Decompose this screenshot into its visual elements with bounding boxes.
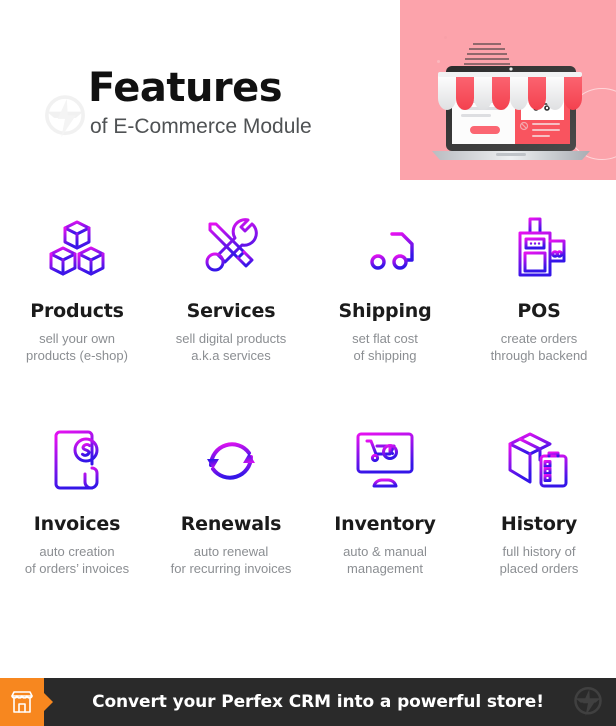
feature-title: History <box>500 513 578 536</box>
laptop-storefront-illustration <box>432 43 590 160</box>
feature-desc-line: for recurring invoices <box>170 561 292 577</box>
feature-card-history: History full history of placed orders <box>462 423 616 577</box>
feature-card-pos: POS create orders through backend <box>462 210 616 364</box>
feature-desc-line: of orders’ invoices <box>24 561 130 577</box>
invoice-dollar-icon <box>4 423 150 499</box>
feature-description: auto & manual management <box>312 543 458 577</box>
feature-card-products: Products sell your own products (e-shop) <box>0 210 154 364</box>
perfex-bolt-logo-icon <box>574 687 602 716</box>
feature-desc-line: sell your own <box>39 330 115 346</box>
monitor-cart-icon <box>312 423 458 499</box>
page-subtitle: of E-Commerce Module <box>90 115 312 138</box>
feature-desc-line: auto creation <box>39 544 115 560</box>
feature-desc-line: auto & manual <box>343 544 427 560</box>
perfex-bolt-logo-icon <box>45 95 85 137</box>
feature-desc-line: a.k.a services <box>191 348 271 364</box>
page-title: Features <box>88 65 283 111</box>
feature-desc-line: set flat cost <box>352 330 418 346</box>
feature-card-inventory: Inventory auto & manual management <box>308 423 462 577</box>
feature-desc-line: placed orders <box>499 561 579 577</box>
boxes-icon <box>4 210 150 286</box>
feature-description: sell your own products (e-shop) <box>4 330 150 364</box>
footer-badge <box>0 678 44 726</box>
box-clipboard-icon <box>466 423 612 499</box>
feature-card-invoices: Invoices auto creation of orders’ invoic… <box>0 423 154 577</box>
feature-card-services: Services sell digital products a.k.a ser… <box>154 210 308 364</box>
feature-desc-line: full history of <box>502 544 576 560</box>
features-row-1: Products sell your own products (e-shop) <box>0 210 616 364</box>
delivery-truck-icon <box>312 210 458 286</box>
features-grid: Products sell your own products (e-shop) <box>0 210 616 577</box>
feature-title: Services <box>186 300 276 322</box>
feature-description: auto creation of orders’ invoices <box>4 543 150 577</box>
feature-desc-line: through backend <box>490 348 588 364</box>
feature-desc-line: of shipping <box>353 348 417 364</box>
feature-description: full history of placed orders <box>466 543 612 577</box>
header-title-block: Features of E-Commerce Module <box>88 68 312 137</box>
feature-title: Invoices <box>33 513 121 536</box>
feature-description: auto renewal for recurring invoices <box>158 543 304 577</box>
feature-title: Products <box>30 300 124 322</box>
feature-desc-line: auto renewal <box>193 544 269 560</box>
feature-title: Renewals <box>180 513 282 536</box>
circular-arrows-renew-icon <box>158 423 304 499</box>
feature-title: Shipping <box>338 300 432 322</box>
storefront-icon <box>11 691 33 713</box>
feature-description: sell digital products a.k.a services <box>158 330 304 364</box>
feature-desc-line: create orders <box>500 330 578 346</box>
feature-desc-line: sell digital products <box>175 330 287 346</box>
feature-card-renewals: Renewals auto renewal for recurring invo… <box>154 423 308 577</box>
pos-terminal-icon <box>466 210 612 286</box>
footer-bar: Convert your Perfex CRM into a powerful … <box>0 678 616 726</box>
feature-title: POS <box>517 300 561 322</box>
feature-description: set flat cost of shipping <box>312 330 458 364</box>
features-row-2: Invoices auto creation of orders’ invoic… <box>0 423 616 577</box>
feature-description: create orders through backend <box>466 330 612 364</box>
header-banner: Features of E-Commerce Module <box>0 0 616 180</box>
feature-desc-line: products (e-shop) <box>26 348 128 364</box>
feature-title: Inventory <box>334 513 436 536</box>
footer-message: Convert your Perfex CRM into a powerful … <box>92 692 544 712</box>
wrench-screwdriver-icon <box>158 210 304 286</box>
feature-desc-line: management <box>347 561 423 577</box>
feature-card-shipping: Shipping set flat cost of shipping <box>308 210 462 364</box>
